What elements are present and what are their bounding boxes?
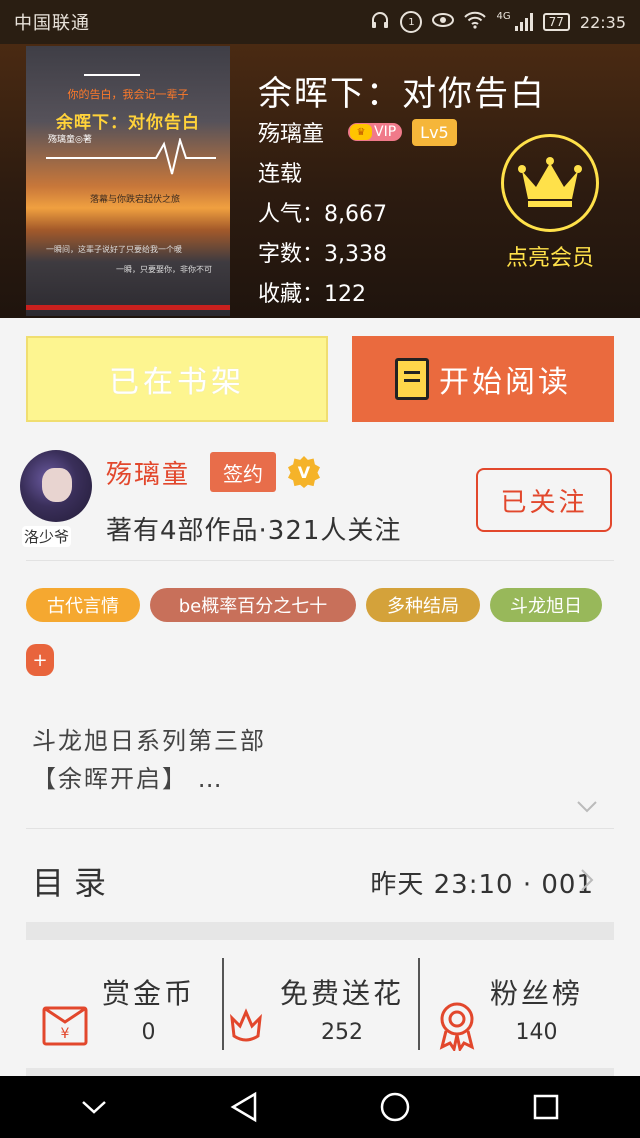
- cover-series-line: 落幕与你跌宕起伏之旅: [90, 195, 181, 205]
- cover-red-bar: [26, 305, 230, 310]
- vip-badge: ♛ VIP: [348, 123, 403, 141]
- divider: [26, 560, 614, 561]
- book-icon: [395, 358, 429, 400]
- status-icons: 1 4G 77 22:35: [370, 10, 626, 34]
- follow-button[interactable]: 已关注: [476, 468, 612, 532]
- stat-divider: [222, 958, 224, 1050]
- section-separator: [26, 922, 614, 940]
- chevron-down-icon[interactable]: [576, 800, 598, 814]
- book-author[interactable]: 殇璃童: [258, 116, 324, 148]
- reward-coins-value: 0: [141, 1019, 156, 1045]
- level-badge: Lv5: [412, 118, 457, 146]
- system-navigation-bar: [0, 1076, 640, 1138]
- hd-call-icon: 1: [400, 11, 423, 33]
- verified-badge-icon: V: [288, 456, 320, 488]
- description-line-2: 【余晖开启】 …: [32, 765, 224, 793]
- favorites-value: 122: [324, 282, 367, 307]
- popularity-value: 8,667: [324, 202, 387, 227]
- avatar-tag: 洛少爷: [22, 526, 72, 547]
- book-header: 你的告白，我会记一辈子 余晖下：对你告白 殇璃童◎著 落幕与你跌宕起伏之旅 一瞬…: [0, 44, 640, 318]
- popularity-stat: 人气：8,667: [258, 196, 387, 228]
- fan-ranking-value: 140: [515, 1019, 558, 1045]
- back-icon[interactable]: [229, 1091, 259, 1123]
- crown-icon: [501, 134, 599, 232]
- crown-icon: ♛: [350, 124, 373, 140]
- signal-icon: [514, 13, 533, 31]
- recents-icon[interactable]: [532, 1093, 560, 1121]
- free-flowers-label: 免费送花: [280, 976, 405, 1010]
- toc-label[interactable]: 目录: [32, 858, 116, 904]
- fan-ranking[interactable]: 粉丝榜 140: [436, 960, 583, 1056]
- status-bar: 中国联通 1 4G 77 22:35: [0, 0, 640, 44]
- tag-series[interactable]: 斗龙旭日: [490, 588, 602, 622]
- cover-tagline: 你的告白，我会记一辈子: [67, 88, 189, 101]
- latest-chapter[interactable]: 昨天 23:10 · 001: [370, 864, 594, 901]
- add-tag-button[interactable]: +: [26, 644, 54, 676]
- fan-ranking-label: 粉丝榜: [490, 976, 584, 1010]
- favorites-label: 收藏：: [258, 282, 325, 307]
- popularity-label: 人气：: [258, 202, 325, 227]
- vip-label: VIP: [374, 124, 397, 140]
- carrier-name: 中国联通: [14, 13, 90, 34]
- signed-badge: 签约: [210, 452, 276, 492]
- eye-icon: [432, 12, 455, 32]
- in-bookshelf-button[interactable]: 已在书架: [26, 336, 328, 422]
- stat-divider: [418, 958, 420, 1050]
- start-reading-button[interactable]: 开始阅读: [352, 336, 614, 422]
- wifi-icon: [464, 11, 487, 33]
- home-icon[interactable]: [379, 1091, 411, 1123]
- member-label: 点亮会员: [505, 246, 594, 271]
- author-row: 殇璃童 ♛ VIP Lv5: [258, 116, 457, 148]
- chevron-right-icon[interactable]: [580, 868, 594, 892]
- heartbeat-line-icon: [46, 138, 216, 175]
- cover-quote-1: 一瞬间，这辈子说好了只要给我一个暖: [46, 245, 182, 254]
- headphones-icon: [370, 10, 390, 34]
- author-avatar[interactable]: [20, 450, 92, 522]
- free-flowers[interactable]: 免费送花 252: [226, 960, 404, 1056]
- cover-quote-2: 一瞬，只要娶你，非你不可: [116, 265, 212, 274]
- word-count-value: 3,338: [324, 242, 387, 267]
- cover-decoration-line: [84, 74, 140, 76]
- favorites-stat: 收藏：122: [258, 276, 366, 308]
- svg-text:¥: ¥: [61, 1026, 70, 1042]
- medal-icon: [439, 1002, 475, 1051]
- serial-status: 连载: [258, 162, 303, 187]
- flower-icon: [230, 1008, 262, 1042]
- divider: [26, 828, 614, 829]
- red-envelope-icon: ¥: [42, 1006, 88, 1046]
- member-button[interactable]: 点亮会员: [494, 134, 606, 272]
- book-cover[interactable]: 你的告白，我会记一辈子 余晖下：对你告白 殇璃童◎著 落幕与你跌宕起伏之旅 一瞬…: [26, 46, 230, 316]
- battery-icon: 77: [542, 13, 570, 31]
- start-reading-label: 开始阅读: [439, 365, 571, 400]
- author-works-summary: 著有4部作品·321人关注: [106, 516, 402, 546]
- word-count-stat: 字数：3,338: [258, 236, 387, 268]
- section-separator: [26, 1068, 614, 1076]
- word-count-label: 字数：: [258, 242, 325, 267]
- hide-nav-icon[interactable]: [80, 1098, 108, 1116]
- cover-title: 余晖下：对你告白: [56, 113, 200, 133]
- clock: 22:35: [579, 12, 626, 32]
- book-title: 余晖下：对你告白: [258, 74, 546, 114]
- network-type: 4G: [496, 10, 511, 22]
- author-name[interactable]: 殇璃童: [106, 454, 190, 491]
- tag-multiple-endings[interactable]: 多种结局: [366, 588, 480, 622]
- battery-level: 77: [548, 15, 564, 29]
- description-line-1: 斗龙旭日系列第三部: [32, 727, 266, 755]
- book-description[interactable]: 斗龙旭日系列第三部 【余晖开启】 …: [32, 722, 266, 798]
- tag-ancient-romance[interactable]: 古代言情: [26, 588, 140, 622]
- free-flowers-value: 252: [321, 1019, 363, 1045]
- tag-be-probability[interactable]: be概率百分之七十: [150, 588, 356, 622]
- reward-coins[interactable]: ¥ 赏金币 0: [40, 960, 195, 1056]
- reward-coins-label: 赏金币: [102, 976, 196, 1010]
